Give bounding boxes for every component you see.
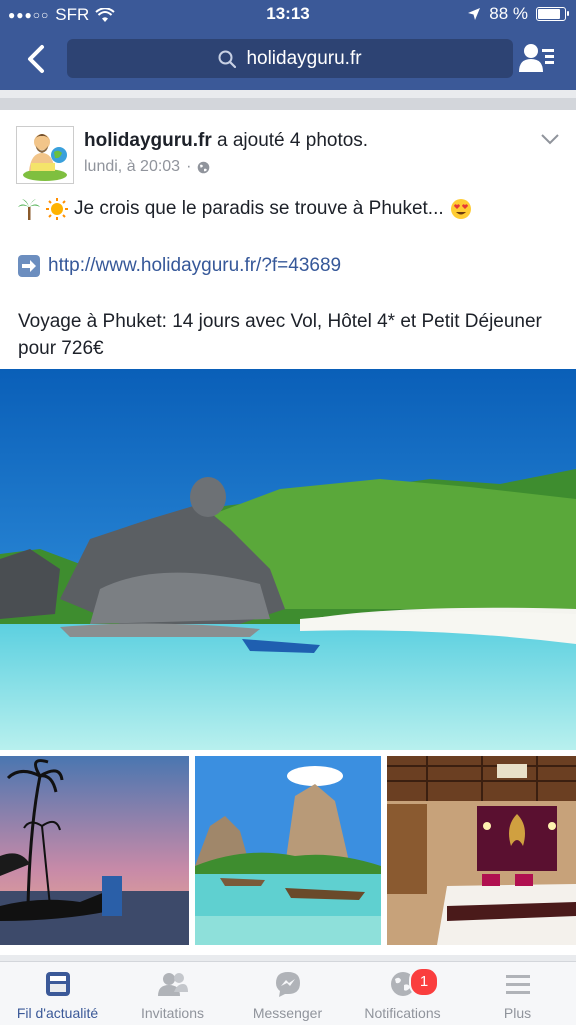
- tab-news-feed[interactable]: Fil d'actualité: [0, 962, 115, 1025]
- post-header: holidayguru.fr a ajouté 4 photos.: [84, 130, 368, 152]
- author-name[interactable]: holidayguru.fr: [84, 130, 212, 151]
- post-link-line: http://www.holidayguru.fr/?f=43689: [18, 255, 341, 277]
- chevron-down-icon[interactable]: [540, 132, 560, 146]
- post-meta: lundi, à 20:03 ·: [84, 158, 210, 176]
- globe-privacy-icon: [198, 161, 210, 173]
- notifications-badge: 1: [409, 967, 439, 997]
- tab-label: Invitations: [140, 1005, 205, 1021]
- battery-percent: 88 %: [489, 4, 528, 23]
- right-arrow-icon: [18, 255, 40, 277]
- bottom-tab-bar: Fil d'actualité Invitations Messenger No…: [0, 961, 576, 1025]
- feed-spacer: [0, 90, 576, 98]
- search-icon: [218, 50, 237, 68]
- search-field[interactable]: holidayguru.fr: [67, 39, 513, 78]
- tab-invitations[interactable]: Invitations: [115, 962, 230, 1025]
- tab-label: Fil d'actualité: [16, 1005, 99, 1021]
- tab-label: Plus: [503, 1005, 532, 1021]
- menu-icon: [505, 975, 530, 994]
- tab-more[interactable]: Plus: [460, 962, 575, 1025]
- photo-islands-thumb[interactable]: [195, 756, 381, 945]
- page-avatar[interactable]: [16, 126, 74, 184]
- tab-messenger[interactable]: Messenger: [230, 962, 345, 1025]
- photo-hotel-room-thumb[interactable]: [387, 756, 576, 945]
- post-timestamp[interactable]: lundi, à 20:03: [84, 158, 180, 176]
- palm-tree-icon: [18, 199, 40, 220]
- post-description: Voyage à Phuket: 14 jours avec Vol, Hôte…: [18, 311, 542, 359]
- tab-notifications[interactable]: Notifications: [345, 962, 460, 1025]
- feed-post: holidayguru.fr a ajouté 4 photos. lundi,…: [0, 110, 576, 955]
- post-text-line: Je crois que le paradis se trouve à Phuk…: [18, 198, 472, 220]
- battery-icon: [536, 7, 569, 21]
- location-arrow-icon: [468, 8, 481, 20]
- feed-separator: [0, 98, 576, 110]
- news-feed-icon: [45, 972, 70, 996]
- post-link[interactable]: http://www.holidayguru.fr/?f=43689: [48, 255, 341, 277]
- post-text: Je crois que le paradis se trouve à Phuk…: [74, 198, 444, 219]
- sun-icon: [46, 198, 68, 220]
- photo-sunset-thumb[interactable]: [0, 756, 189, 945]
- friends-icon: [157, 973, 188, 996]
- tab-label: Messenger: [252, 1005, 323, 1021]
- nav-bar: holidayguru.fr: [0, 30, 576, 90]
- tab-label: Notifications: [364, 1005, 441, 1021]
- meta-separator: ·: [186, 158, 192, 175]
- back-arrow-icon[interactable]: [22, 42, 52, 76]
- status-bar: ●●●○○ SFR 13:13 88 %: [0, 0, 576, 30]
- post-action: a ajouté 4 photos.: [217, 130, 369, 151]
- messenger-icon: [275, 972, 300, 997]
- friend-requests-icon[interactable]: [518, 40, 556, 78]
- heart-eyes-emoji-icon: [450, 199, 471, 219]
- search-text: holidayguru.fr: [246, 47, 362, 69]
- photo-beach-main[interactable]: [0, 369, 576, 750]
